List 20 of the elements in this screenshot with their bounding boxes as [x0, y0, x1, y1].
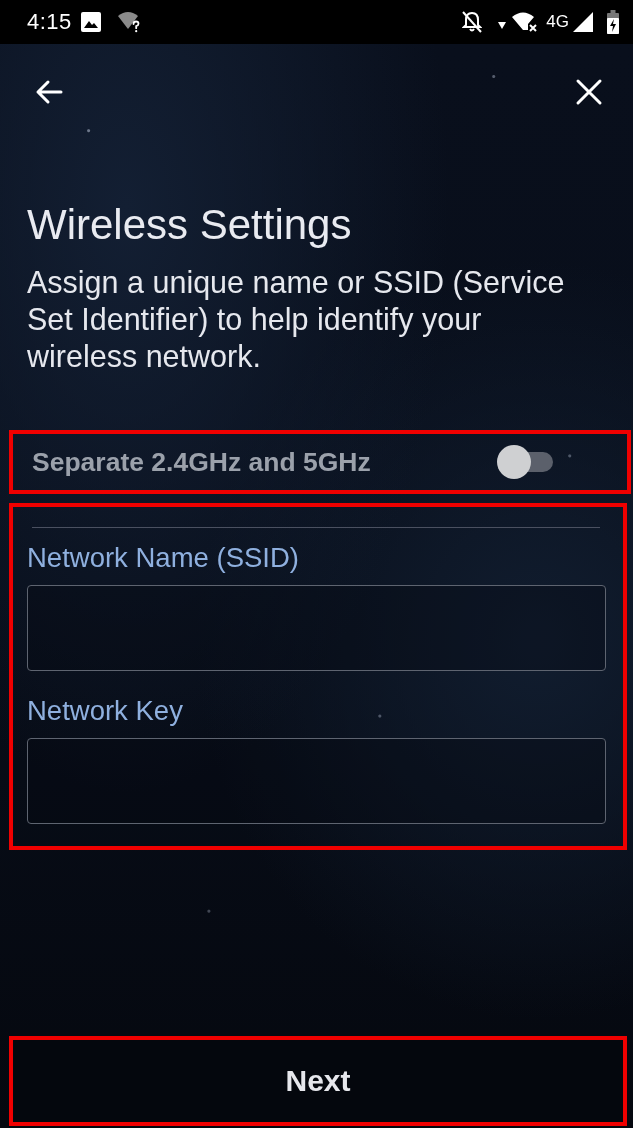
back-icon[interactable] — [35, 78, 63, 106]
network-type-label: 4G — [546, 12, 569, 32]
field-label: Network Key — [27, 695, 184, 727]
triangle-icon — [498, 21, 507, 29]
input-field[interactable] — [27, 738, 606, 824]
status-time: 4:15 — [27, 9, 72, 35]
description-text: Assign a unique name or SSID (Service Set Identifier) to help identify your wireless network. — [27, 264, 566, 375]
image-icon — [80, 12, 101, 32]
toggle-label: Separate 2.4GHz and 5GHz — [32, 446, 372, 478]
field-label: Network Name (SSID) — [27, 542, 300, 574]
page-title: Wireless Settings — [27, 201, 353, 249]
close-icon[interactable] — [575, 78, 603, 106]
wifi-question-icon — [117, 11, 142, 33]
next-button[interactable]: Next — [9, 1036, 627, 1126]
signal-icon — [573, 12, 593, 32]
battery-charging-icon — [607, 10, 619, 34]
wifi-x-icon — [512, 12, 539, 32]
input-field[interactable] — [27, 585, 606, 671]
bell-off-icon — [462, 11, 483, 33]
toggle-switch[interactable] — [497, 445, 553, 479]
